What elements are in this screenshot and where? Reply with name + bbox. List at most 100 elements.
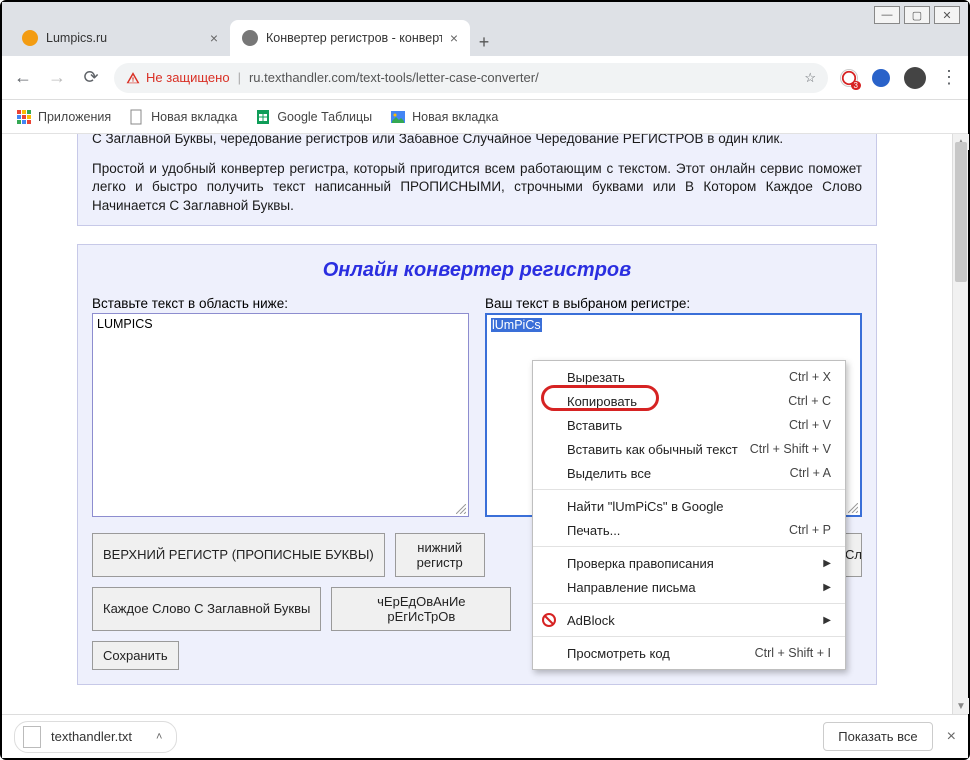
ctx-label: Проверка правописания [567,556,714,571]
nav-reload-button[interactable]: ⟳ [80,67,102,89]
ctx-label: Вставить [567,418,622,433]
context-copy[interactable]: Копировать Ctrl + C [533,389,845,413]
tab-close-icon[interactable]: × [450,30,458,46]
ctx-label: Направление письма [567,580,696,595]
ctx-shortcut: Ctrl + P [789,523,831,537]
context-adblock[interactable]: AdBlock ▶ [533,608,845,632]
context-separator [533,489,845,490]
resize-handle-icon[interactable] [456,504,466,514]
window-minimize-button[interactable]: — [874,6,900,24]
new-tab-button[interactable]: + [470,28,498,56]
output-text-selected: lUmPiCs [491,318,542,332]
scroll-thumb[interactable] [955,142,967,282]
tab-favicon [22,30,38,46]
chevron-up-icon[interactable]: ˄ [156,731,162,743]
ctx-label: Вставить как обычный текст [567,442,738,457]
not-secure-label: Не защищено [146,70,230,85]
chrome-menu-button[interactable]: ⋮ [940,67,958,88]
close-shelf-button[interactable]: × [947,728,956,746]
ctx-shortcut: Ctrl + V [789,418,831,432]
image-icon [390,109,406,125]
context-paste-plain[interactable]: Вставить как обычный текст Ctrl + Shift +… [533,437,845,461]
input-textarea[interactable]: LUMPICS [92,313,469,517]
vertical-scrollbar[interactable]: ▲ ▼ [952,134,968,714]
resize-handle-icon[interactable] [848,503,858,513]
ctx-shortcut: Ctrl + Shift + I [755,646,831,660]
badge: 3 [851,81,861,90]
ctx-label: Вырезать [567,370,625,385]
submenu-arrow-icon: ▶ [823,582,831,593]
ctx-shortcut: Ctrl + Shift + V [750,442,831,456]
bookmark-label: Новая вкладка [412,110,498,124]
profile-avatar[interactable] [904,67,926,89]
input-text: LUMPICS [97,317,153,331]
apps-icon [16,109,32,125]
ctx-shortcut: Ctrl + C [788,394,831,408]
tab-favicon [242,30,258,46]
warning-icon [126,71,140,85]
context-search-google[interactable]: Найти "lUmPiCs" в Google [533,494,845,518]
ctx-label: Печать... [567,523,620,538]
bookmark-apps[interactable]: Приложения [16,109,111,125]
alternating-case-button[interactable]: чЕрЕдОвАнИе рЕгИсТрОв [331,587,511,631]
context-spellcheck[interactable]: Проверка правописания ▶ [533,551,845,575]
context-paste[interactable]: Вставить Ctrl + V [533,413,845,437]
ctx-label: Выделить все [567,466,651,481]
save-button[interactable]: Сохранить [92,641,179,670]
file-icon [23,726,41,748]
window-close-button[interactable]: ✕ [934,6,960,24]
download-filename: texthandler.txt [51,729,132,744]
adblock-icon [541,612,557,628]
output-label: Ваш текст в выбраном регистре: [485,296,862,311]
context-inspect[interactable]: Просмотреть код Ctrl + Shift + I [533,641,845,665]
bookmark-newtab2[interactable]: Новая вкладка [390,109,498,125]
bookmark-label: Google Таблицы [277,110,372,124]
ctx-label: Просмотреть код [567,646,670,661]
context-cut[interactable]: Вырезать Ctrl + X [533,365,845,389]
input-label: Вставьте текст в область ниже: [92,296,469,311]
description-paragraph: Простой и удобный конвертер регистра, ко… [92,160,862,215]
ctx-label: Копировать [567,394,637,409]
description-cut-line: С Заглавной Буквы, чередование регистров… [92,134,862,148]
extension-globe-icon[interactable] [872,69,890,87]
nav-back-button[interactable]: ← [12,67,34,89]
window-maximize-button[interactable]: ▢ [904,6,930,24]
not-secure-indicator[interactable]: Не защищено [126,70,230,85]
bookmark-label: Приложения [38,110,111,124]
omnibox[interactable]: Не защищено | ru.texthandler.com/text-to… [114,63,828,93]
nav-forward-button[interactable]: → [46,67,68,89]
description-box: С Заглавной Буквы, чередование регистров… [77,134,877,226]
context-separator [533,546,845,547]
capitalize-words-button[interactable]: Каждое Слово С Заглавной Буквы [92,587,321,631]
download-shelf: texthandler.txt ˄ Показать все × [2,714,968,758]
context-select-all[interactable]: Выделить все Ctrl + A [533,461,845,485]
show-all-downloads-button[interactable]: Показать все [823,722,932,751]
address-bar: ← → ⟳ Не защищено | ru.texthandler.com/t… [2,56,968,100]
context-separator [533,603,845,604]
bookmark-sheets[interactable]: Google Таблицы [255,109,372,125]
tab-title: Lumpics.ru [46,31,107,45]
page-icon [129,109,145,125]
bookmark-newtab[interactable]: Новая вкладка [129,109,237,125]
tab-texthandler[interactable]: Конвертер регистров - конверт × [230,20,470,56]
ctx-label: AdBlock [567,613,615,628]
ctx-shortcut: Ctrl + A [790,466,831,480]
bookmark-star-icon[interactable]: ☆ [804,70,816,86]
bookmarks-bar: Приложения Новая вкладка Google Таблицы … [2,100,968,134]
tab-lumpics[interactable]: Lumpics.ru × [10,20,230,56]
url-text: ru.texthandler.com/text-tools/letter-cas… [249,70,539,85]
ctx-label: Найти "lUmPiCs" в Google [567,499,724,514]
ctx-shortcut: Ctrl + X [789,370,831,384]
submenu-arrow-icon: ▶ [823,615,831,626]
context-print[interactable]: Печать... Ctrl + P [533,518,845,542]
download-item[interactable]: texthandler.txt ˄ [14,721,177,753]
context-writing-direction[interactable]: Направление письма ▶ [533,575,845,599]
lowercase-button[interactable]: нижний регистр [395,533,485,577]
scroll-down-arrow[interactable]: ▼ [953,698,969,714]
converter-title: Онлайн конвертер регистров [92,259,862,282]
tab-close-icon[interactable]: × [210,30,218,46]
extension-adblock-icon[interactable]: 3 [840,69,858,87]
uppercase-button[interactable]: ВЕРХНИЙ РЕГИСТР (ПРОПИСНЫЕ БУКВЫ) [92,533,385,577]
submenu-arrow-icon: ▶ [823,558,831,569]
tab-title: Конвертер регистров - конверт [266,31,442,45]
